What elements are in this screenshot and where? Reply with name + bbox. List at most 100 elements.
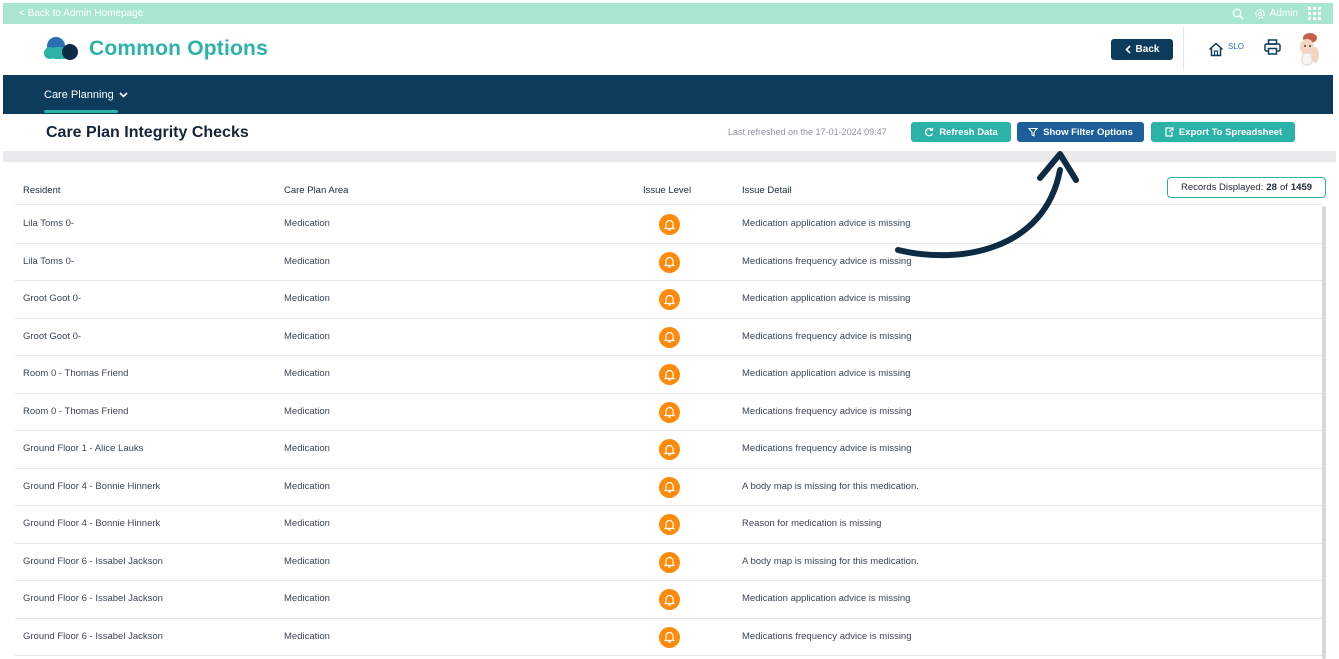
care-plan-area-cell: Medication bbox=[284, 368, 330, 379]
records-total: 1459 bbox=[1290, 182, 1313, 193]
chevron-down-icon bbox=[119, 91, 128, 98]
table-row[interactable]: Ground Floor 4 - Bonnie Hinnerk Medicati… bbox=[15, 506, 1322, 544]
bell-icon bbox=[659, 401, 680, 423]
app-logo: Common Options bbox=[43, 36, 268, 62]
refresh-data-label: Refresh Data bbox=[939, 126, 998, 138]
care-plan-area-cell: Medication bbox=[284, 218, 330, 229]
filter-icon bbox=[1028, 127, 1039, 137]
issue-detail-cell: Reason for medication is missing bbox=[742, 518, 882, 529]
column-header-issue-level[interactable]: Issue Level bbox=[643, 185, 691, 196]
export-to-spreadsheet-button[interactable]: Export To Spreadsheet bbox=[1151, 122, 1295, 142]
print-button[interactable] bbox=[1264, 38, 1281, 60]
care-plan-area-cell: Medication bbox=[284, 555, 330, 567]
bell-icon bbox=[659, 589, 680, 610]
back-button[interactable]: Back bbox=[1110, 38, 1173, 60]
export-to-spreadsheet-label: Export To Spreadsheet bbox=[1178, 126, 1283, 138]
resident-cell: Room 0 - Thomas Friend bbox=[23, 405, 129, 417]
column-header-care-plan-area[interactable]: Care Plan Area bbox=[284, 185, 348, 196]
nav-care-planning-label: Care Planning bbox=[44, 88, 114, 101]
resident-cell: Groot Goot 0- bbox=[23, 293, 82, 304]
table-row[interactable]: Groot Goot 0- Medication Medication appl… bbox=[15, 281, 1322, 319]
records-label: Records Displayed: bbox=[1180, 182, 1264, 193]
app-header: Common Options Back SLO bbox=[3, 24, 1333, 74]
bell-icon bbox=[659, 551, 680, 573]
refresh-data-button[interactable]: Refresh Data bbox=[911, 122, 1011, 142]
issue-detail-cell: Medications frequency advice is missing bbox=[742, 330, 912, 342]
avatar[interactable] bbox=[1293, 31, 1321, 67]
app-title: Common Options bbox=[89, 37, 268, 60]
chevron-left-icon bbox=[1124, 44, 1131, 54]
bell-icon bbox=[659, 476, 680, 498]
table-header: Resident Care Plan Area Issue Level Issu… bbox=[15, 175, 1322, 205]
care-plan-area-cell: Medication bbox=[284, 480, 330, 492]
resident-cell: Room 0 - Thomas Friend bbox=[23, 368, 129, 379]
home-button[interactable]: SLO bbox=[1208, 42, 1244, 57]
records-displayed-badge: Records Displayed: 28 of 1459 bbox=[1167, 177, 1326, 198]
section-divider bbox=[3, 151, 1336, 162]
header-divider bbox=[1182, 27, 1184, 71]
table-row[interactable]: Ground Floor 6 - Issabel Jackson Medicat… bbox=[15, 544, 1322, 581]
resident-cell: Ground Floor 1 - Alice Lauks bbox=[23, 443, 144, 454]
care-plan-area-cell: Medication bbox=[284, 293, 330, 304]
back-to-admin-link[interactable]: < Back to Admin Homepage bbox=[19, 8, 143, 19]
bell-icon bbox=[659, 326, 680, 348]
page-toolbar: Care Plan Integrity Checks Last refreshe… bbox=[3, 114, 1333, 151]
resident-cell: Ground Floor 6 - Issabel Jackson bbox=[23, 630, 163, 642]
resident-cell: Lila Toms 0- bbox=[23, 218, 75, 229]
issue-detail-cell: A body map is missing for this medicatio… bbox=[742, 555, 919, 567]
bell-icon bbox=[659, 364, 680, 385]
show-filter-options-label: Show Filter Options bbox=[1043, 126, 1133, 138]
back-button-label: Back bbox=[1135, 43, 1160, 55]
column-header-issue-detail[interactable]: Issue Detail bbox=[742, 185, 792, 196]
home-badge: SLO bbox=[1227, 41, 1244, 51]
issue-detail-cell: Medications frequency advice is missing bbox=[742, 630, 912, 642]
export-icon bbox=[1165, 127, 1174, 137]
grid-icon[interactable] bbox=[1308, 7, 1321, 20]
page-title: Care Plan Integrity Checks bbox=[46, 123, 249, 141]
show-filter-options-button[interactable]: Show Filter Options bbox=[1017, 122, 1144, 142]
table-row[interactable]: Ground Floor 6 - Issabel Jackson Medicat… bbox=[15, 581, 1322, 619]
nav-care-planning[interactable]: Care Planning bbox=[44, 75, 128, 114]
topbar-actions: Admin bbox=[1232, 7, 1321, 20]
records-shown: 28 bbox=[1266, 182, 1277, 193]
care-plan-area-cell: Medication bbox=[284, 405, 330, 417]
table-row[interactable]: Lila Toms 0- Medication Medication appli… bbox=[15, 206, 1322, 244]
resident-cell: Ground Floor 4 - Bonnie Hinnerk bbox=[23, 518, 161, 529]
admin-menu[interactable]: Admin bbox=[1254, 8, 1298, 20]
bell-icon bbox=[659, 514, 680, 535]
top-utility-bar: < Back to Admin Homepage Admin bbox=[3, 3, 1333, 24]
bell-icon bbox=[659, 251, 680, 273]
home-icon bbox=[1208, 41, 1223, 56]
records-of: of bbox=[1279, 182, 1288, 193]
bell-icon bbox=[659, 289, 680, 310]
main-nav: Care Planning bbox=[3, 75, 1333, 114]
resident-cell: Groot Goot 0- bbox=[23, 330, 82, 342]
bell-icon bbox=[659, 439, 680, 460]
care-plan-area-cell: Medication bbox=[284, 593, 330, 604]
cloud-logo-icon bbox=[44, 37, 78, 60]
vertical-scrollbar[interactable] bbox=[1322, 206, 1326, 659]
issue-detail-cell: Medications frequency advice is missing bbox=[742, 443, 912, 454]
issue-detail-cell: Medications frequency advice is missing bbox=[742, 255, 912, 267]
resident-cell: Ground Floor 6 - Issabel Jackson bbox=[23, 555, 163, 567]
column-header-resident[interactable]: Resident bbox=[23, 185, 61, 196]
issue-detail-cell: Medication application advice is missing bbox=[742, 368, 911, 379]
issue-detail-cell: Medication application advice is missing bbox=[742, 593, 911, 604]
table-row[interactable]: Room 0 - Thomas Friend Medication Medica… bbox=[15, 394, 1322, 431]
issue-detail-cell: Medication application advice is missing bbox=[742, 218, 911, 229]
table-row[interactable]: Room 0 - Thomas Friend Medication Medica… bbox=[15, 356, 1322, 394]
table-row[interactable]: Ground Floor 6 - Issabel Jackson Medicat… bbox=[15, 619, 1322, 656]
table-row[interactable]: Groot Goot 0- Medication Medications fre… bbox=[15, 319, 1322, 356]
resident-cell: Ground Floor 4 - Bonnie Hinnerk bbox=[23, 480, 161, 492]
print-icon bbox=[1264, 38, 1281, 55]
resident-cell: Lila Toms 0- bbox=[23, 255, 75, 267]
nav-active-indicator bbox=[44, 110, 118, 113]
admin-label: Admin bbox=[1269, 8, 1298, 19]
refresh-icon bbox=[925, 127, 934, 137]
table-row[interactable]: Ground Floor 1 - Alice Lauks Medication … bbox=[15, 431, 1322, 469]
table-row[interactable]: Ground Floor 4 - Bonnie Hinnerk Medicati… bbox=[15, 469, 1322, 506]
search-icon[interactable] bbox=[1232, 8, 1244, 20]
bell-icon bbox=[659, 626, 680, 648]
issue-detail-cell: Medication application advice is missing bbox=[742, 293, 911, 304]
table-row[interactable]: Lila Toms 0- Medication Medications freq… bbox=[15, 244, 1322, 281]
